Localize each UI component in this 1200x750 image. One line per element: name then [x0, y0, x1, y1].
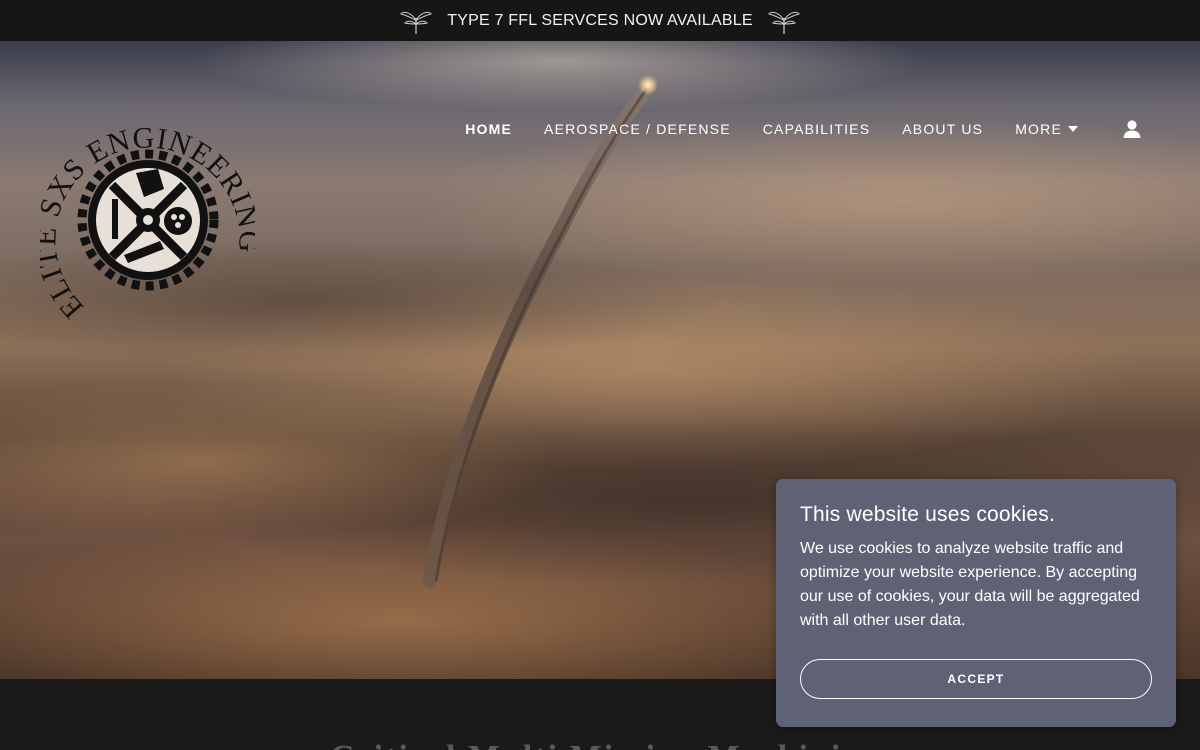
- section-heading: Critical Multi Mission Machining: [330, 739, 882, 750]
- nav-item-about-us[interactable]: ABOUT US: [902, 121, 983, 137]
- cookie-banner: This website uses cookies. We use cookie…: [776, 479, 1176, 727]
- accept-button[interactable]: ACCEPT: [800, 659, 1152, 699]
- main-nav: HOME AEROSPACE / DEFENSE CAPABILITIES AB…: [433, 119, 1142, 139]
- nav-item-aerospace-defense[interactable]: AEROSPACE / DEFENSE: [544, 121, 731, 137]
- cookie-body: We use cookies to analyze website traffi…: [800, 540, 1140, 629]
- gear-emblem-icon: [77, 149, 219, 291]
- cookie-title: This website uses cookies.: [800, 503, 1055, 526]
- announcement-bar: TYPE 7 FFL SERVCES NOW AVAILABLE: [0, 0, 1200, 41]
- nav-item-more-label: MORE: [1015, 121, 1062, 137]
- nav-item-capabilities[interactable]: CAPABILITIES: [763, 121, 871, 137]
- sprout-icon: [767, 6, 801, 36]
- caret-down-icon: [1068, 126, 1078, 132]
- site-logo[interactable]: ELITE SXS ENGINEERING: [29, 113, 264, 328]
- user-icon[interactable]: [1122, 119, 1142, 139]
- sprout-icon: [399, 6, 433, 36]
- announcement-text: TYPE 7 FFL SERVCES NOW AVAILABLE: [447, 11, 753, 29]
- nav-item-home[interactable]: HOME: [465, 121, 512, 137]
- nav-item-more[interactable]: MORE: [1015, 121, 1078, 137]
